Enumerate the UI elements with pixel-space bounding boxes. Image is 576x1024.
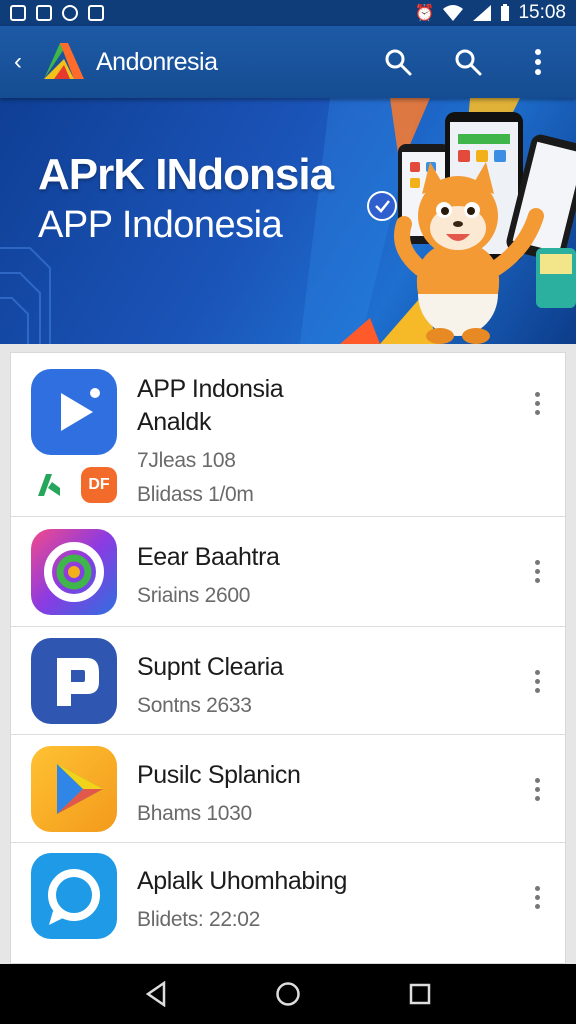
media-notification-icon — [88, 5, 104, 21]
orange-app-badge-icon: DF — [81, 467, 117, 503]
nav-back-button[interactable] — [136, 974, 176, 1014]
gallery-notification-icon — [10, 5, 26, 21]
list-item[interactable]: Pusilc Splanicn Bhams 1030 — [11, 735, 565, 843]
more-vert-icon — [535, 49, 541, 75]
wifi-icon — [443, 5, 464, 21]
nav-home-button[interactable] — [268, 974, 308, 1014]
app-list: APP Indonsia Analdk 7Jleas 108 Blidass 1… — [10, 352, 566, 964]
app-name: Supnt Clearia — [137, 653, 284, 681]
app-bar: ‹ Andonresia — [0, 26, 576, 98]
app-meta: Bhams 1030 — [137, 802, 252, 825]
back-triangle-icon — [145, 981, 166, 1007]
p-letter-app-icon — [31, 638, 117, 724]
more-options-button[interactable] — [525, 551, 549, 591]
app-title: Andonresia — [96, 47, 218, 76]
more-options-button[interactable] — [525, 383, 549, 423]
list-item[interactable]: APP Indonsia Analdk 7Jleas 108 Blidass 1… — [11, 353, 565, 517]
more-options-button[interactable] — [525, 877, 549, 917]
play-store-app-icon — [31, 746, 117, 832]
battery-icon — [501, 4, 510, 21]
green-app-badge-icon — [31, 467, 67, 503]
video-player-app-icon — [31, 369, 117, 455]
system-navigation-bar — [0, 964, 576, 1024]
swirl-app-icon — [31, 529, 117, 615]
chrome-notification-icon — [62, 5, 78, 21]
app-meta: Blidets: 22:02 — [137, 908, 261, 931]
app-subtitle: Analdk — [137, 408, 212, 436]
overflow-menu-button[interactable] — [518, 42, 558, 82]
app-name: Eear Baahtra — [137, 543, 280, 571]
nav-recents-button[interactable] — [400, 974, 440, 1014]
more-options-button[interactable] — [525, 661, 549, 701]
promo-banner[interactable]: APrK INdonsia APP Indonesia — [0, 98, 576, 344]
app-meta: Sontns 2633 — [137, 694, 252, 717]
app-name: Pusilc Splanicn — [137, 761, 301, 789]
search-button[interactable] — [378, 42, 418, 82]
app-name: APP Indonsia — [137, 375, 284, 403]
list-item[interactable]: Aplalk Uhomhabing Blidets: 22:02 — [11, 843, 565, 963]
app-name: Aplalk Uhomhabing — [137, 867, 347, 895]
signal-icon — [473, 5, 492, 21]
list-item[interactable]: Supnt Clearia Sontns 2633 — [11, 627, 565, 735]
app-meta-secondary: Blidass 1/0m — [137, 483, 254, 506]
banner-subtitle: APP Indonesia — [38, 204, 283, 246]
status-time: 15:08 — [518, 2, 566, 23]
app-meta: Sriains 2600 — [137, 584, 251, 607]
home-circle-icon — [276, 982, 300, 1006]
recents-square-icon — [409, 983, 431, 1005]
status-bar: ⏰ 15:08 — [0, 0, 576, 26]
back-arrow-icon[interactable]: ‹ — [14, 50, 36, 74]
alarm-icon: ⏰ — [414, 5, 435, 22]
search-button-secondary[interactable] — [448, 42, 488, 82]
calendar-notification-icon — [36, 5, 52, 21]
chat-bubble-app-icon — [31, 853, 117, 939]
app-meta: 7Jleas 108 — [137, 449, 236, 472]
list-item[interactable]: Eear Baahtra Sriains 2600 — [11, 517, 565, 627]
app-logo — [44, 43, 84, 79]
more-options-button[interactable] — [525, 769, 549, 809]
mascot-with-phones-illustration — [367, 112, 576, 344]
search-icon — [385, 49, 412, 76]
banner-title: APrK INdonsia — [38, 150, 334, 199]
search-icon — [455, 49, 482, 76]
